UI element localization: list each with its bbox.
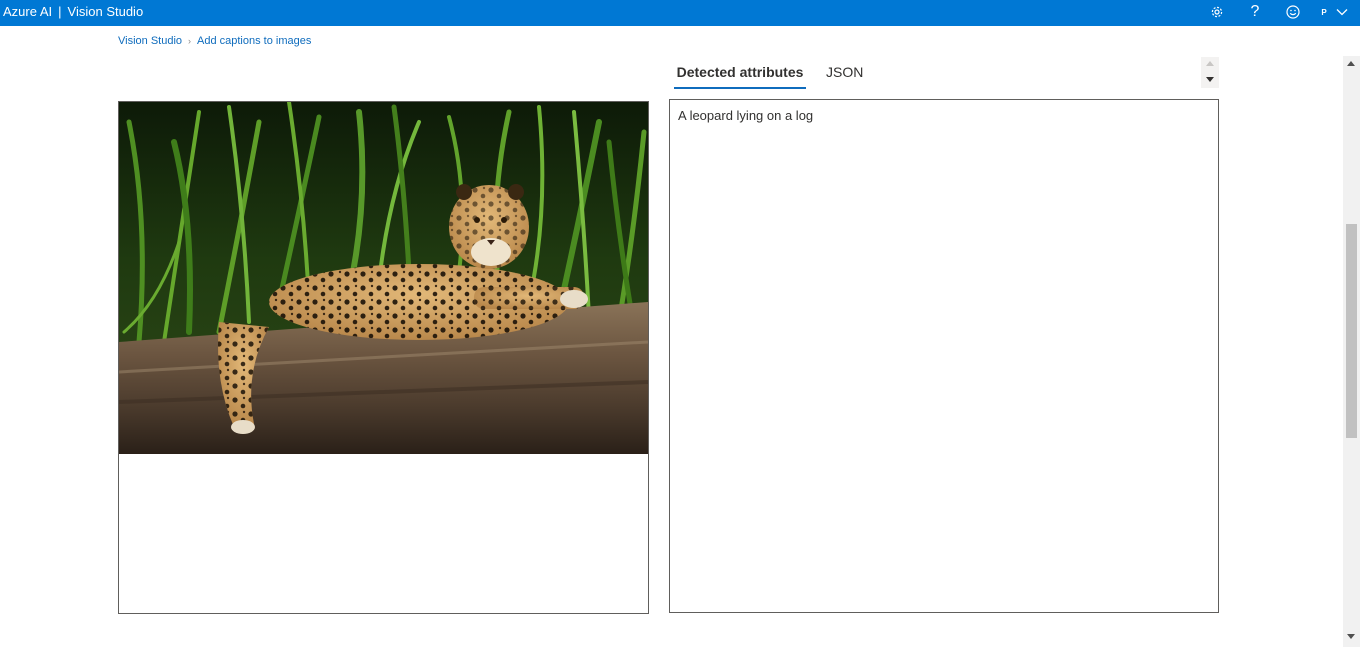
page-scroll-thumb[interactable] <box>1346 224 1357 438</box>
image-preview-panel <box>118 101 649 614</box>
top-bar: Azure AI | Vision Studio ? P <box>0 0 1360 26</box>
app-title[interactable]: Azure AI | Vision Studio <box>3 4 143 20</box>
help-glyph: ? <box>1250 3 1260 20</box>
breadcrumb: Vision Studio › Add captions to images <box>118 34 311 48</box>
gear-icon[interactable] <box>1208 2 1226 22</box>
selected-tab-indicator <box>674 87 806 89</box>
page-scroll-up-icon[interactable] <box>1347 61 1355 66</box>
user-initial: P <box>1321 7 1327 17</box>
tab-scroll-control[interactable] <box>1201 57 1219 88</box>
breadcrumb-separator: › <box>188 36 192 46</box>
product-name: Vision Studio <box>67 4 144 19</box>
tab-json[interactable]: JSON <box>826 63 863 81</box>
help-icon[interactable]: ? <box>1247 2 1263 22</box>
scroll-up-icon[interactable] <box>1206 61 1214 66</box>
brand-name: Azure AI <box>3 4 53 19</box>
leopard-photo <box>119 102 648 454</box>
page-scrollbar[interactable] <box>1343 56 1360 647</box>
brand-separator: | <box>58 4 62 19</box>
caption-text: A leopard lying on a log <box>678 108 814 123</box>
tab-detected-attributes[interactable]: Detected attributes <box>674 63 806 81</box>
scroll-down-icon[interactable] <box>1206 77 1214 82</box>
page-scroll-down-icon[interactable] <box>1347 634 1355 639</box>
breadcrumb-vision-studio[interactable]: Vision Studio <box>118 35 182 47</box>
detected-attributes-output: A leopard lying on a log <box>669 99 1219 613</box>
feedback-smiley-icon[interactable] <box>1285 2 1301 22</box>
breadcrumb-add-captions[interactable]: Add captions to images <box>197 35 311 47</box>
chevron-down-icon[interactable] <box>1335 2 1349 22</box>
user-avatar[interactable]: P <box>1319 2 1329 22</box>
